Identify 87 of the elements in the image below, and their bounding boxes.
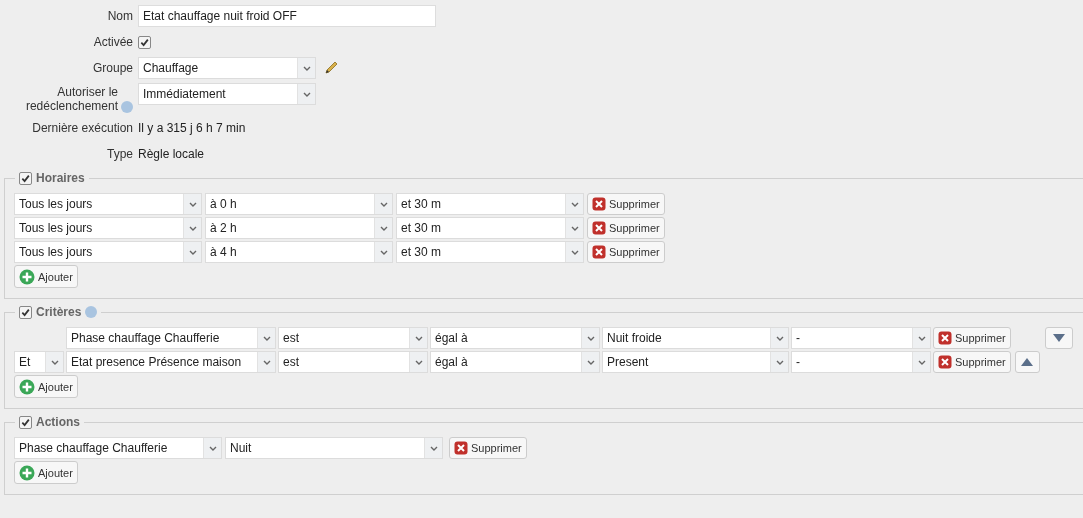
dropdown[interactable]: et 30 m <box>396 217 584 239</box>
triangle-down-icon <box>1052 334 1065 342</box>
dropdown[interactable]: Et <box>14 351 64 373</box>
field-label: Groupe <box>91 61 133 75</box>
caret-icon <box>262 359 271 365</box>
plus-icon <box>19 464 35 481</box>
field-label: Type <box>106 147 133 161</box>
dropdown[interactable]: - <box>791 351 931 373</box>
dropdown[interactable]: et 30 m <box>396 193 584 215</box>
plus-icon <box>19 268 35 285</box>
field-label: Nom <box>106 9 133 23</box>
caret-icon <box>302 65 311 71</box>
dropdown[interactable]: à 4 h <box>205 241 393 263</box>
dropdown[interactable]: Phase chauffage Chaufferie <box>66 327 276 349</box>
delete-button[interactable]: Supprimer <box>449 437 527 459</box>
dropdown[interactable]: Etat presence Présence maison <box>66 351 276 373</box>
caret-icon <box>917 335 926 341</box>
dropdown[interactable]: et 30 m <box>396 241 584 263</box>
pencil-icon[interactable] <box>323 60 339 76</box>
caret-icon <box>917 359 926 365</box>
caret-icon <box>586 335 595 341</box>
section-title: Critères <box>36 305 82 319</box>
caret-icon <box>414 335 423 341</box>
dropdown[interactable]: Present <box>602 351 789 373</box>
caret-icon <box>570 201 579 207</box>
close-icon <box>592 245 606 259</box>
field-value: Il y a 315 j 6 h 7 min <box>138 121 246 135</box>
section-title: Horaires <box>36 171 85 185</box>
field-label: Dernière exécution <box>31 121 133 135</box>
checkbox[interactable] <box>19 305 32 319</box>
close-icon <box>938 331 952 345</box>
move-down-button[interactable] <box>1044 327 1073 349</box>
dropdown[interactable]: Tous les jours <box>14 217 202 239</box>
checkbox[interactable] <box>19 171 32 185</box>
dropdown[interactable]: à 2 h <box>205 217 393 239</box>
delete-button[interactable]: Supprimer <box>933 327 1011 349</box>
dropdown[interactable]: Phase chauffage Chaufferie <box>14 437 222 459</box>
plus-icon <box>19 378 35 395</box>
section-title: Actions <box>36 415 80 429</box>
delete-button[interactable]: Supprimer <box>587 217 665 239</box>
name-field[interactable]: Etat chauffage nuit froid OFF <box>138 5 436 27</box>
caret-icon <box>586 359 595 365</box>
delete-button[interactable]: Supprimer <box>587 241 665 263</box>
dropdown[interactable]: est <box>278 351 428 373</box>
add-button[interactable]: Ajouter <box>14 375 78 398</box>
caret-icon <box>775 359 784 365</box>
caret-icon <box>429 445 438 451</box>
close-icon <box>592 197 606 211</box>
caret-icon <box>414 359 423 365</box>
delete-button[interactable]: Supprimer <box>587 193 665 215</box>
dropdown[interactable]: est <box>278 327 428 349</box>
caret-icon <box>208 445 217 451</box>
field-label: Autoriser le redéclenchement <box>24 85 118 113</box>
caret-icon <box>262 335 271 341</box>
field-label: Activée <box>92 35 133 49</box>
caret-icon <box>570 249 579 255</box>
caret-icon <box>302 91 311 97</box>
dropdown[interactable]: à 0 h <box>205 193 393 215</box>
move-up-button[interactable] <box>1014 351 1040 373</box>
caret-icon <box>775 335 784 341</box>
checkbox[interactable] <box>19 415 32 429</box>
caret-icon <box>379 249 388 255</box>
checkbox[interactable] <box>138 35 151 49</box>
close-icon <box>454 441 468 455</box>
dropdown[interactable]: égal à <box>430 351 600 373</box>
add-button[interactable]: Ajouter <box>14 461 78 484</box>
dropdown[interactable]: Chauffage <box>138 57 316 79</box>
caret-icon <box>188 249 197 255</box>
dropdown[interactable]: - <box>791 327 931 349</box>
caret-icon <box>50 359 59 365</box>
add-button[interactable]: Ajouter <box>14 265 78 288</box>
dropdown[interactable]: Nuit froide <box>602 327 789 349</box>
dropdown[interactable]: Tous les jours <box>14 193 202 215</box>
dropdown[interactable]: Immédiatement <box>138 83 316 105</box>
field-value: Règle locale <box>138 147 205 161</box>
delete-button[interactable]: Supprimer <box>933 351 1011 373</box>
triangle-up-icon <box>1021 358 1034 366</box>
caret-icon <box>379 201 388 207</box>
caret-icon <box>379 225 388 231</box>
caret-icon <box>188 201 197 207</box>
caret-icon <box>570 225 579 231</box>
dropdown[interactable]: Tous les jours <box>14 241 202 263</box>
close-icon <box>938 355 952 369</box>
caret-icon <box>188 225 197 231</box>
dropdown[interactable]: Nuit <box>225 437 443 459</box>
close-icon <box>592 221 606 235</box>
dropdown[interactable]: égal à <box>430 327 600 349</box>
